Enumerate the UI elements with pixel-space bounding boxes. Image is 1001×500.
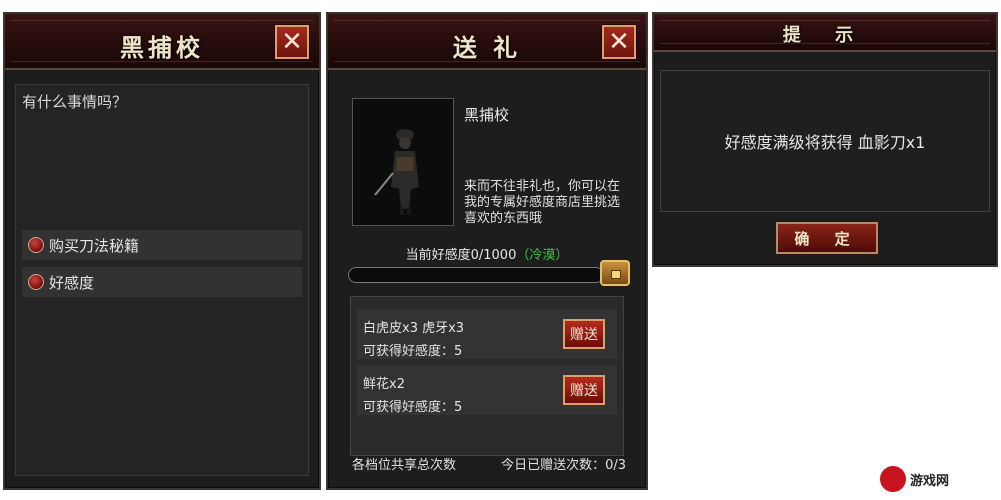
- favor-info: 当前好感度0/1000（冷漠）: [328, 244, 646, 263]
- give-gift-button[interactable]: 赠送: [563, 375, 605, 405]
- gift-panel: 送 礼 ✕ 黑捕校 来而不往非礼也，你可以在我的专属好感度商店里挑选喜欢的东西哦…: [326, 12, 648, 490]
- npc-portrait: [352, 98, 454, 226]
- favor-label: 当前好感度0/1000: [405, 248, 517, 263]
- notice-message: 好感度满级将获得 血影刀x1: [724, 133, 926, 152]
- option-buy-manual[interactable]: 购买刀法秘籍: [22, 230, 302, 260]
- npc-name: 黑捕校: [464, 106, 510, 124]
- gift-list: 白虎皮x3 虎牙x3 可获得好感度：5 赠送 鲜花x2 可获得好感度：5 赠送: [350, 296, 624, 456]
- option-label: 购买刀法秘籍: [49, 236, 140, 255]
- npc-dialog-panel: 黑捕校 ✕ 有什么事情吗？ 购买刀法秘籍 好感度: [3, 12, 321, 490]
- option-label: 好感度: [49, 273, 95, 292]
- watermark-logo-icon: [880, 466, 906, 492]
- notice-message-box: 好感度满级将获得 血影刀x1: [660, 70, 990, 212]
- gift-close-button[interactable]: ✕: [602, 25, 636, 59]
- dialog-question: 有什么事情吗？: [22, 93, 128, 111]
- shared-count-label: 各档位共享总次数: [352, 458, 457, 473]
- favor-progress-bar: [348, 267, 604, 283]
- site-watermark: 游戏网: [880, 462, 1000, 496]
- dialog-header: 黑捕校 ✕: [5, 14, 319, 70]
- gift-item-name: 鲜花x2: [363, 377, 405, 392]
- close-icon: ✕: [608, 27, 630, 57]
- dialog-close-button[interactable]: ✕: [275, 25, 309, 59]
- daily-gift-count: 今日已赠送次数：0/3: [501, 458, 626, 473]
- favor-status: （冷漠）: [516, 248, 569, 263]
- notice-panel: 提 示 好感度满级将获得 血影刀x1 确 定: [652, 12, 998, 267]
- gift-item-favor: 可获得好感度：5: [363, 400, 463, 415]
- npc-description: 来而不往非礼也，你可以在我的专属好感度商店里挑选喜欢的东西哦: [464, 179, 621, 226]
- notice-header: 提 示: [654, 14, 996, 52]
- notice-title: 提 示: [782, 25, 868, 46]
- watermark-text: 游戏网: [910, 473, 950, 489]
- gift-item-favor: 可获得好感度：5: [363, 344, 463, 359]
- close-icon: ✕: [281, 27, 303, 57]
- give-gift-button[interactable]: 赠送: [563, 319, 605, 349]
- dialog-content: 有什么事情吗？ 购买刀法秘籍 好感度: [15, 84, 309, 476]
- red-bullet-icon: [28, 237, 44, 253]
- gift-item: 白虎皮x3 虎牙x3 可获得好感度：5 赠送: [357, 309, 617, 359]
- gift-item-name: 白虎皮x3 虎牙x3: [363, 321, 465, 336]
- option-favor[interactable]: 好感度: [22, 267, 302, 297]
- gift-title: 送 礼: [452, 33, 522, 62]
- treasure-chest-icon[interactable]: [600, 260, 630, 286]
- npc-figure-icon: [374, 129, 419, 215]
- red-bullet-icon: [28, 274, 44, 290]
- gift-header: 送 礼 ✕: [328, 14, 646, 70]
- gift-item: 鲜花x2 可获得好感度：5 赠送: [357, 365, 617, 415]
- confirm-button[interactable]: 确 定: [776, 222, 878, 254]
- dialog-title: 黑捕校: [120, 33, 204, 62]
